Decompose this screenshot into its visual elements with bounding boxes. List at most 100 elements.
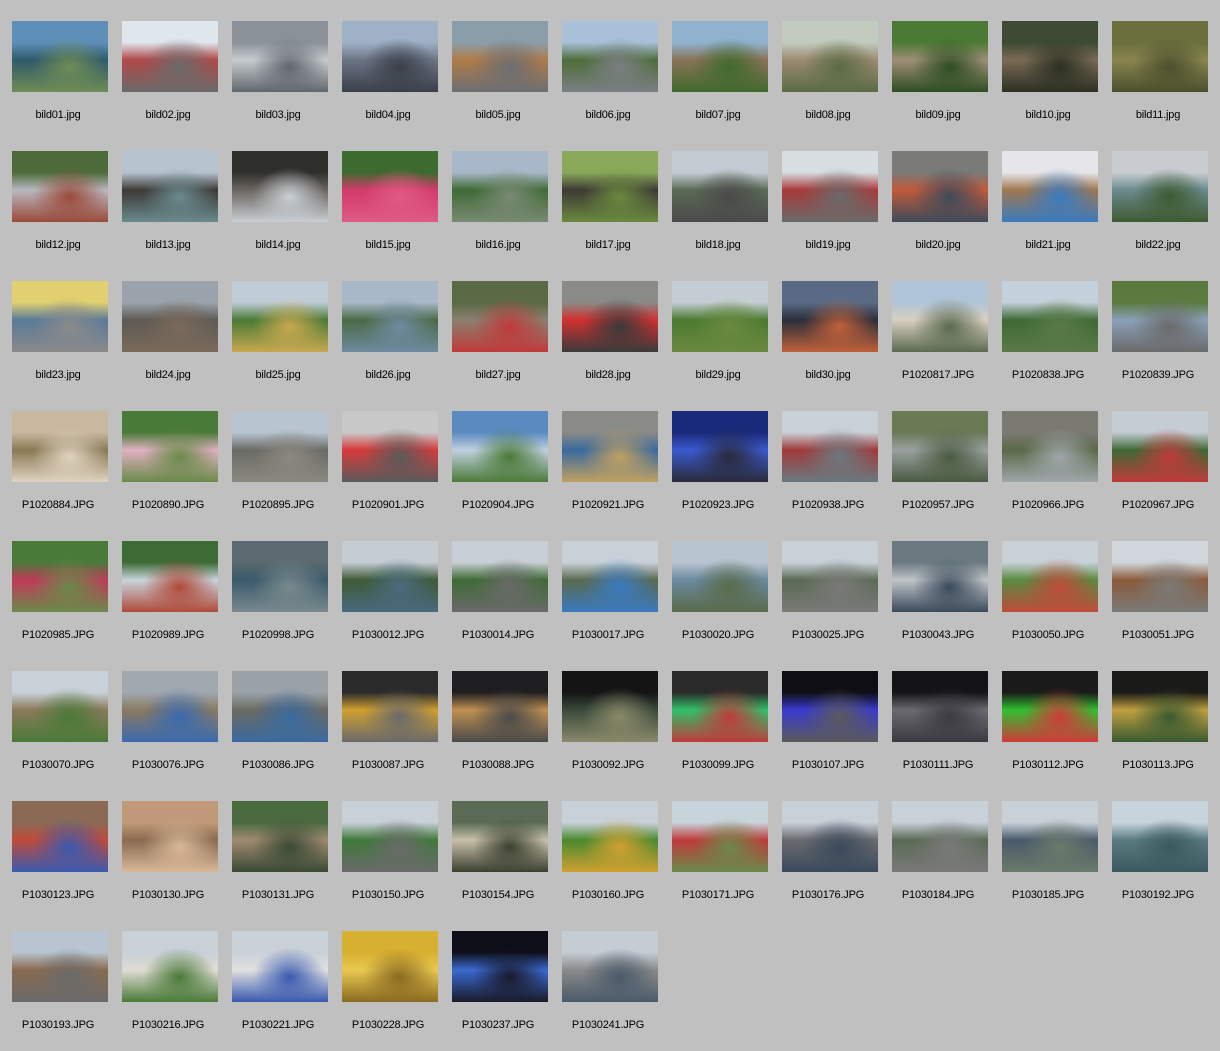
photo-icon[interactable] bbox=[232, 671, 328, 742]
thumbnail-item[interactable]: bild13.jpg bbox=[120, 151, 230, 271]
photo-icon[interactable] bbox=[1112, 541, 1208, 612]
thumbnail-item[interactable]: P1030025.JPG bbox=[780, 541, 890, 661]
thumbnail-item[interactable]: bild21.jpg bbox=[1000, 151, 1110, 271]
thumbnail-item[interactable]: bild08.jpg bbox=[780, 21, 890, 141]
photo-icon[interactable] bbox=[672, 411, 768, 482]
thumbnail-item[interactable]: P1030099.JPG bbox=[670, 671, 780, 791]
photo-icon[interactable] bbox=[892, 671, 988, 742]
photo-icon[interactable] bbox=[232, 21, 328, 92]
thumbnail-item[interactable]: P1030154.JPG bbox=[450, 801, 560, 921]
thumbnail-item[interactable]: P1030070.JPG bbox=[10, 671, 120, 791]
photo-icon[interactable] bbox=[1002, 801, 1098, 872]
thumbnail-item[interactable]: P1030107.JPG bbox=[780, 671, 890, 791]
thumbnail-item[interactable]: bild09.jpg bbox=[890, 21, 1000, 141]
photo-icon[interactable] bbox=[12, 801, 108, 872]
photo-icon[interactable] bbox=[122, 931, 218, 1002]
thumbnail-item[interactable]: P1030014.JPG bbox=[450, 541, 560, 661]
thumbnail-item[interactable]: P1020966.JPG bbox=[1000, 411, 1110, 531]
photo-icon[interactable] bbox=[562, 21, 658, 92]
photo-icon[interactable] bbox=[452, 151, 548, 222]
thumbnail-item[interactable]: P1020838.JPG bbox=[1000, 281, 1110, 401]
photo-icon[interactable] bbox=[562, 411, 658, 482]
photo-icon[interactable] bbox=[342, 411, 438, 482]
thumbnail-item[interactable]: P1020967.JPG bbox=[1110, 411, 1220, 531]
thumbnail-item[interactable]: bild18.jpg bbox=[670, 151, 780, 271]
thumbnail-item[interactable]: P1030160.JPG bbox=[560, 801, 670, 921]
photo-icon[interactable] bbox=[342, 541, 438, 612]
photo-icon[interactable] bbox=[1002, 21, 1098, 92]
photo-icon[interactable] bbox=[452, 931, 548, 1002]
photo-icon[interactable] bbox=[892, 21, 988, 92]
photo-icon[interactable] bbox=[452, 411, 548, 482]
photo-icon[interactable] bbox=[1002, 671, 1098, 742]
thumbnail-item[interactable]: P1030076.JPG bbox=[120, 671, 230, 791]
photo-icon[interactable] bbox=[1002, 411, 1098, 482]
photo-icon[interactable] bbox=[12, 21, 108, 92]
thumbnail-item[interactable]: P1020923.JPG bbox=[670, 411, 780, 531]
thumbnail-item[interactable]: bild06.jpg bbox=[560, 21, 670, 141]
photo-icon[interactable] bbox=[1002, 151, 1098, 222]
thumbnail-item[interactable]: bild07.jpg bbox=[670, 21, 780, 141]
photo-icon[interactable] bbox=[672, 151, 768, 222]
thumbnail-item[interactable]: P1030171.JPG bbox=[670, 801, 780, 921]
thumbnail-item[interactable]: P1020884.JPG bbox=[10, 411, 120, 531]
thumbnail-item[interactable]: P1020890.JPG bbox=[120, 411, 230, 531]
thumbnail-item[interactable]: P1030087.JPG bbox=[340, 671, 450, 791]
thumbnail-item[interactable]: P1030176.JPG bbox=[780, 801, 890, 921]
photo-icon[interactable] bbox=[672, 281, 768, 352]
photo-icon[interactable] bbox=[672, 801, 768, 872]
photo-icon[interactable] bbox=[672, 21, 768, 92]
photo-icon[interactable] bbox=[892, 281, 988, 352]
thumbnail-item[interactable]: bild22.jpg bbox=[1110, 151, 1220, 271]
thumbnail-item[interactable]: bild26.jpg bbox=[340, 281, 450, 401]
thumbnail-item[interactable]: P1030216.JPG bbox=[120, 931, 230, 1051]
thumbnail-item[interactable]: P1030020.JPG bbox=[670, 541, 780, 661]
photo-icon[interactable] bbox=[232, 411, 328, 482]
thumbnail-item[interactable]: P1030131.JPG bbox=[230, 801, 340, 921]
photo-icon[interactable] bbox=[232, 541, 328, 612]
thumbnail-item[interactable]: bild04.jpg bbox=[340, 21, 450, 141]
photo-icon[interactable] bbox=[562, 541, 658, 612]
photo-icon[interactable] bbox=[782, 281, 878, 352]
photo-icon[interactable] bbox=[782, 411, 878, 482]
photo-icon[interactable] bbox=[12, 151, 108, 222]
thumbnail-item[interactable]: bild15.jpg bbox=[340, 151, 450, 271]
photo-icon[interactable] bbox=[562, 671, 658, 742]
thumbnail-item[interactable]: P1020938.JPG bbox=[780, 411, 890, 531]
thumbnail-item[interactable]: P1030192.JPG bbox=[1110, 801, 1220, 921]
photo-icon[interactable] bbox=[232, 801, 328, 872]
photo-icon[interactable] bbox=[232, 281, 328, 352]
photo-icon[interactable] bbox=[892, 151, 988, 222]
photo-icon[interactable] bbox=[452, 801, 548, 872]
thumbnail-item[interactable]: bild24.jpg bbox=[120, 281, 230, 401]
thumbnail-item[interactable]: bild05.jpg bbox=[450, 21, 560, 141]
thumbnail-item[interactable]: P1030050.JPG bbox=[1000, 541, 1110, 661]
photo-icon[interactable] bbox=[782, 21, 878, 92]
thumbnail-item[interactable]: bild14.jpg bbox=[230, 151, 340, 271]
thumbnail-item[interactable]: bild30.jpg bbox=[780, 281, 890, 401]
thumbnail-item[interactable]: P1020904.JPG bbox=[450, 411, 560, 531]
thumbnail-item[interactable]: P1030123.JPG bbox=[10, 801, 120, 921]
photo-icon[interactable] bbox=[452, 671, 548, 742]
thumbnail-item[interactable]: P1030185.JPG bbox=[1000, 801, 1110, 921]
thumbnail-item[interactable]: P1030112.JPG bbox=[1000, 671, 1110, 791]
photo-icon[interactable] bbox=[672, 541, 768, 612]
photo-icon[interactable] bbox=[232, 151, 328, 222]
thumbnail-item[interactable]: P1030017.JPG bbox=[560, 541, 670, 661]
thumbnail-item[interactable]: P1030228.JPG bbox=[340, 931, 450, 1051]
thumbnail-item[interactable]: P1030241.JPG bbox=[560, 931, 670, 1051]
thumbnail-item[interactable]: P1020998.JPG bbox=[230, 541, 340, 661]
photo-icon[interactable] bbox=[892, 541, 988, 612]
thumbnail-item[interactable]: P1030221.JPG bbox=[230, 931, 340, 1051]
thumbnail-item[interactable]: P1020985.JPG bbox=[10, 541, 120, 661]
thumbnail-item[interactable]: bild01.jpg bbox=[10, 21, 120, 141]
photo-icon[interactable] bbox=[452, 541, 548, 612]
photo-icon[interactable] bbox=[1112, 411, 1208, 482]
thumbnail-item[interactable]: bild16.jpg bbox=[450, 151, 560, 271]
photo-icon[interactable] bbox=[342, 151, 438, 222]
thumbnail-item[interactable]: P1030193.JPG bbox=[10, 931, 120, 1051]
photo-icon[interactable] bbox=[122, 671, 218, 742]
thumbnail-item[interactable]: P1030088.JPG bbox=[450, 671, 560, 791]
photo-icon[interactable] bbox=[1112, 281, 1208, 352]
thumbnail-item[interactable]: P1030051.JPG bbox=[1110, 541, 1220, 661]
